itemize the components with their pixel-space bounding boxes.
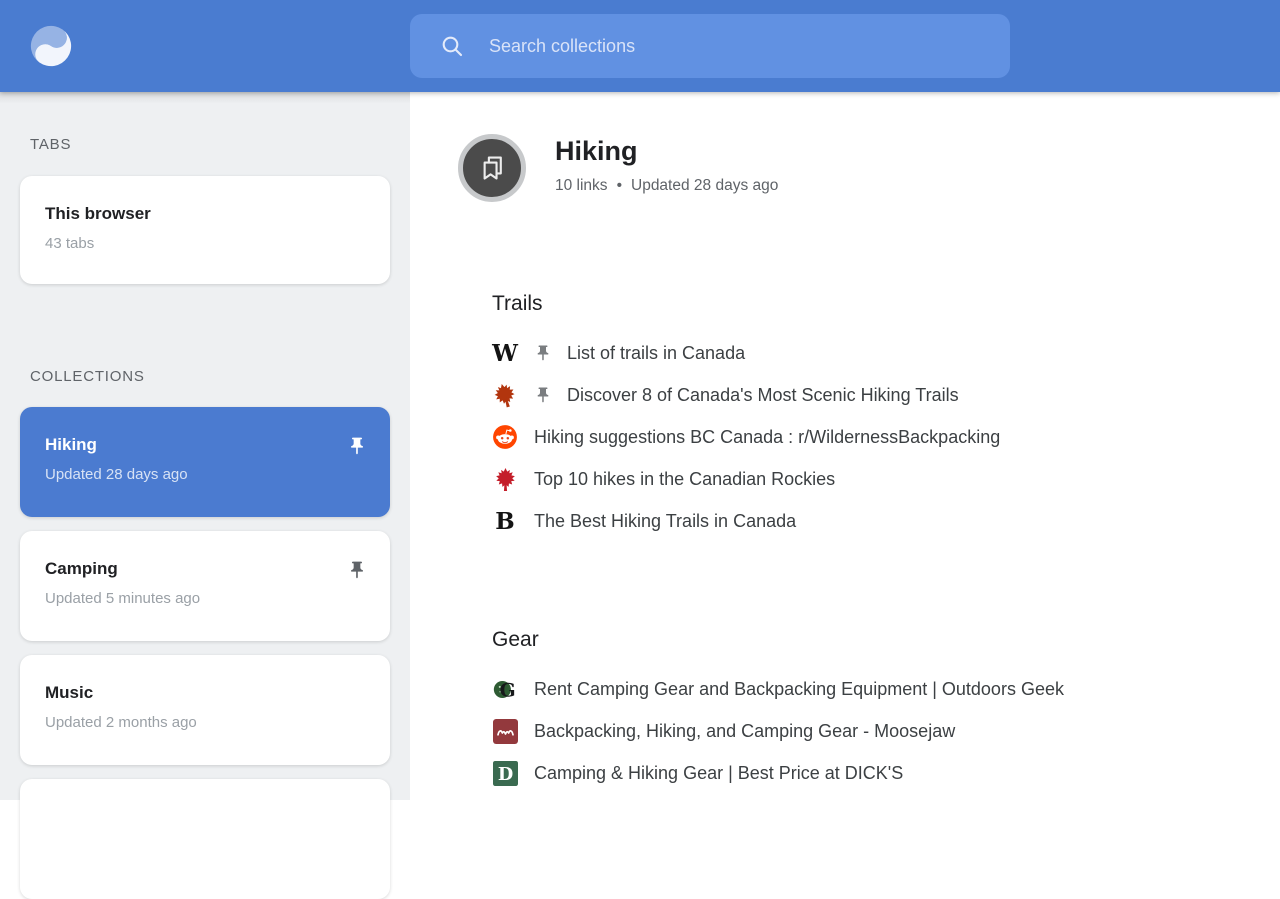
search-bar[interactable]: [410, 14, 1010, 78]
collection-card-partial[interactable]: [20, 779, 390, 899]
collection-card[interactable]: Hiking Updated 28 days ago: [20, 407, 390, 517]
collection-updated: Updated 2 months ago: [45, 714, 365, 731]
updated-text: Updated 28 days ago: [631, 177, 778, 195]
collection-name: Hiking: [45, 435, 365, 455]
collection-updated: Updated 28 days ago: [45, 466, 365, 483]
link-section: Trails W List of trails in Canada Discov…: [492, 292, 1250, 542]
section-heading: Gear: [492, 628, 1250, 652]
dicks-icon: D: [492, 760, 518, 787]
this-browser-card[interactable]: This browser 43 tabs: [20, 176, 390, 284]
search-icon: [440, 34, 464, 58]
app-logo-icon: [28, 23, 74, 69]
link-row[interactable]: W List of trails in Canada: [492, 332, 1250, 374]
reddit-icon: [492, 424, 518, 451]
pin-icon[interactable]: [347, 436, 367, 456]
link-title: Camping & Hiking Gear | Best Price at DI…: [534, 763, 903, 784]
link-title: List of trails in Canada: [567, 343, 745, 364]
pin-icon[interactable]: [347, 560, 367, 580]
collection-header: Hiking 10 links • Updated 28 days ago: [458, 134, 778, 202]
collection-name: Music: [45, 683, 365, 703]
link-title: Discover 8 of Canada's Most Scenic Hikin…: [567, 385, 959, 406]
link-pin-icon[interactable]: [534, 386, 552, 404]
moosejaw-icon: [492, 718, 518, 745]
wikipedia-icon: W: [492, 340, 518, 367]
link-row[interactable]: Hiking suggestions BC Canada : r/Wildern…: [492, 416, 1250, 458]
collections-list: Hiking Updated 28 days ago Camping Updat…: [20, 407, 390, 899]
link-title: Backpacking, Hiking, and Camping Gear - …: [534, 721, 955, 742]
outdoors-geek-icon: G: [492, 676, 518, 703]
link-row[interactable]: D Camping & Hiking Gear | Best Price at …: [492, 752, 1250, 794]
letter-b-icon: B: [492, 508, 518, 535]
app-header: [0, 0, 1280, 92]
collections-heading: COLLECTIONS: [30, 368, 145, 385]
maple-leaf-rust-icon: [492, 382, 518, 409]
browser-card-title: This browser: [45, 204, 365, 224]
collection-updated: Updated 5 minutes ago: [45, 590, 365, 607]
browser-card-subtitle: 43 tabs: [45, 235, 365, 252]
svg-text:D: D: [497, 763, 512, 784]
page-title: Hiking: [555, 137, 778, 167]
tabs-heading: TABS: [30, 136, 71, 153]
link-row[interactable]: Top 10 hikes in the Canadian Rockies: [492, 458, 1250, 500]
collection-meta: 10 links • Updated 28 days ago: [555, 177, 778, 195]
sidebar: TABS This browser 43 tabs COLLECTIONS Hi…: [0, 92, 410, 800]
collection-card[interactable]: Music Updated 2 months ago: [20, 655, 390, 765]
meta-dot: •: [617, 177, 622, 195]
svg-text:G: G: [499, 679, 515, 701]
link-row[interactable]: Discover 8 of Canada's Most Scenic Hikin…: [492, 374, 1250, 416]
links-count: 10 links: [555, 177, 608, 195]
link-title: Top 10 hikes in the Canadian Rockies: [534, 469, 835, 490]
collection-card[interactable]: Camping Updated 5 minutes ago: [20, 531, 390, 641]
search-input[interactable]: [489, 36, 986, 57]
link-row[interactable]: B The Best Hiking Trails in Canada: [492, 500, 1250, 542]
collection-header-text: Hiking 10 links • Updated 28 days ago: [555, 134, 778, 202]
link-title: Hiking suggestions BC Canada : r/Wildern…: [534, 427, 1000, 448]
link-pin-icon[interactable]: [534, 344, 552, 362]
section-links: W List of trails in Canada Discover 8 of…: [492, 332, 1250, 542]
maple-leaf-red-icon: [492, 466, 518, 493]
link-title: Rent Camping Gear and Backpacking Equipm…: [534, 679, 1064, 700]
link-section: Gear G Rent Camping Gear and Backpacking…: [492, 628, 1250, 794]
collections-bookmark-icon: [475, 151, 509, 185]
link-row[interactable]: G Rent Camping Gear and Backpacking Equi…: [492, 668, 1250, 710]
collection-avatar: [458, 134, 526, 202]
link-row[interactable]: Backpacking, Hiking, and Camping Gear - …: [492, 710, 1250, 752]
section-links: G Rent Camping Gear and Backpacking Equi…: [492, 668, 1250, 794]
link-title: The Best Hiking Trails in Canada: [534, 511, 796, 532]
sections: Trails W List of trails in Canada Discov…: [492, 292, 1250, 794]
section-heading: Trails: [492, 292, 1250, 316]
main-panel: Hiking 10 links • Updated 28 days ago Tr…: [410, 92, 1280, 800]
collection-name: Camping: [45, 559, 365, 579]
